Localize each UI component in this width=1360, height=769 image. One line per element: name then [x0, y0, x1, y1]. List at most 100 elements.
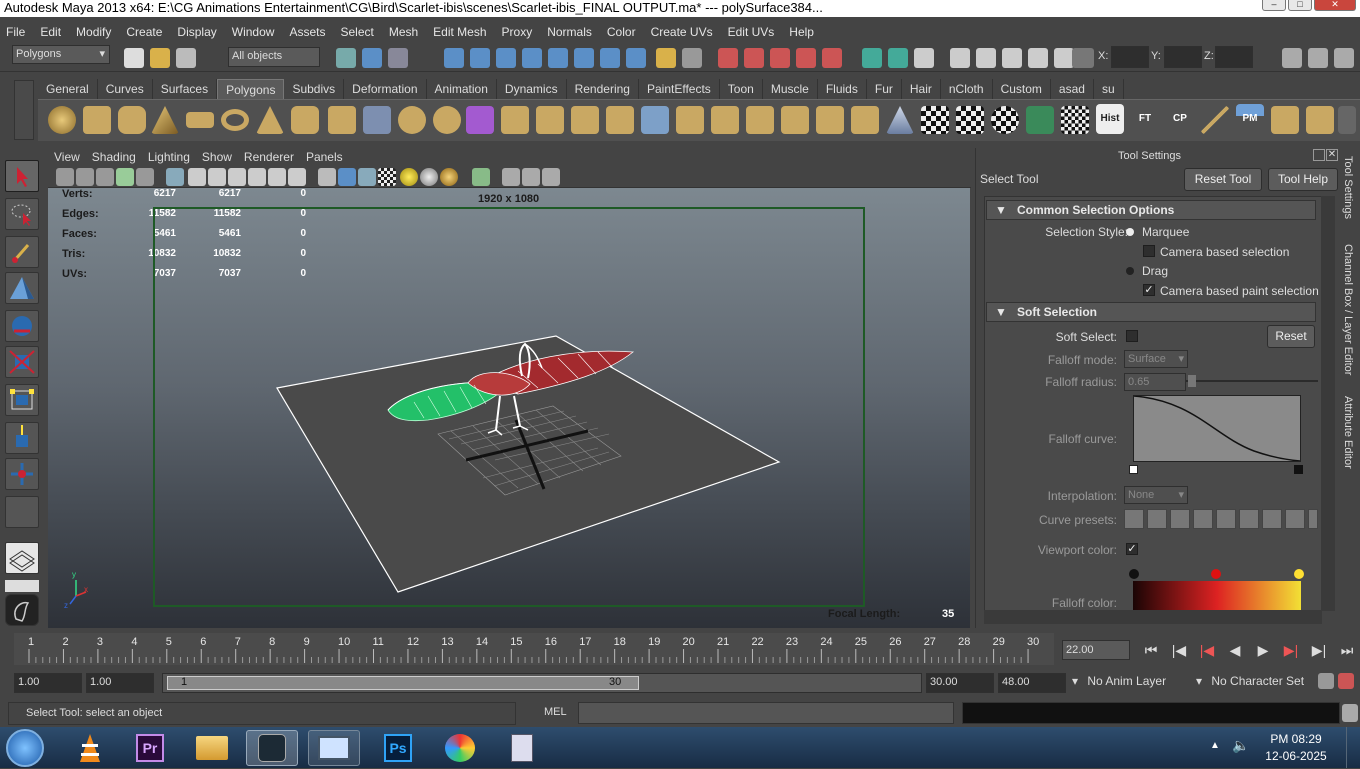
mask-joints-icon[interactable] [470, 48, 490, 68]
render-settings-icon[interactable] [1028, 48, 1048, 68]
preset-3-icon[interactable] [1170, 509, 1190, 529]
shelf-tab-curves[interactable]: Curves [98, 79, 153, 99]
step-back-key-icon[interactable]: |◀ [1168, 642, 1190, 659]
shelf-tab-fur[interactable]: Fur [867, 79, 902, 99]
poly-pyramid-icon[interactable] [256, 106, 284, 134]
maya-taskbar-icon[interactable] [246, 730, 298, 766]
ruler-icon[interactable] [1271, 106, 1299, 134]
center-pivot-shelf-button[interactable]: CP [1166, 104, 1194, 134]
freeze-transform-shelf-button[interactable]: FT [1131, 104, 1159, 134]
pencil-icon[interactable] [1201, 106, 1229, 134]
empty-tool-slot[interactable] [5, 496, 39, 528]
shelf-tab-deformation[interactable]: Deformation [344, 79, 427, 99]
menu-assets[interactable]: Assets [289, 25, 325, 39]
use-all-lights-icon[interactable] [400, 168, 418, 186]
isolate-select-icon[interactable] [472, 168, 490, 186]
remote-desktop-taskbar-icon[interactable] [308, 730, 360, 766]
color-key-yellow[interactable] [1294, 569, 1304, 579]
paint-select-tool-icon[interactable] [5, 236, 39, 268]
shelf-tab-painteffects[interactable]: PaintEffects [639, 79, 720, 99]
film-gate-icon[interactable] [188, 168, 206, 186]
numeric-input-mode-icon[interactable] [1072, 48, 1094, 68]
script-editor-icon[interactable] [1342, 704, 1358, 722]
poly-plane-icon[interactable] [186, 112, 214, 128]
range-slider-handle[interactable] [167, 676, 639, 690]
script-language-label[interactable]: MEL [544, 706, 567, 718]
animation-preferences-icon[interactable] [1338, 673, 1354, 689]
combine-icon[interactable] [328, 106, 356, 134]
menu-display[interactable]: Display [177, 25, 216, 39]
render-frame-icon[interactable] [976, 48, 996, 68]
curve-key-start[interactable] [1129, 465, 1138, 474]
four-view-layout-icon[interactable] [5, 580, 39, 592]
falloff-radius-slider-handle[interactable] [1188, 375, 1196, 387]
menu-edit-uvs[interactable]: Edit UVs [728, 25, 775, 39]
panel-menu-lighting[interactable]: Lighting [148, 150, 190, 164]
wireframe-icon[interactable] [318, 168, 336, 186]
snap-point-icon[interactable] [770, 48, 790, 68]
shelf-tab-su[interactable]: su [1094, 79, 1124, 99]
maximize-button[interactable]: □ [1288, 0, 1312, 11]
camera-based-selection-checkbox[interactable] [1143, 245, 1155, 257]
shelf-tab-general[interactable]: General [38, 79, 98, 99]
average-vertices-icon[interactable] [466, 106, 494, 134]
mask-misc-icon[interactable] [626, 48, 646, 68]
snap-curve-icon[interactable] [744, 48, 764, 68]
menu-create-uvs[interactable]: Create UVs [651, 25, 713, 39]
panel-menu-show[interactable]: Show [202, 150, 232, 164]
snap-view-plane-icon[interactable] [796, 48, 816, 68]
shelf-options-handle[interactable] [14, 80, 34, 140]
menu-edit-mesh[interactable]: Edit Mesh [433, 25, 486, 39]
bookmark-icon[interactable] [96, 168, 114, 186]
premiere-taskbar-icon[interactable]: Pr [124, 730, 176, 766]
grid-icon[interactable] [166, 168, 184, 186]
x-input[interactable] [1111, 46, 1149, 68]
shelf-tab-asad[interactable]: asad [1051, 79, 1094, 99]
snap-grid-icon[interactable] [718, 48, 738, 68]
field-chart-icon[interactable] [248, 168, 266, 186]
photoshop-taskbar-icon[interactable]: Ps [372, 730, 424, 766]
close-panel-icon[interactable]: ✕ [1326, 149, 1338, 161]
soft-mod-tool-icon[interactable] [5, 272, 39, 304]
soft-select-reset-button[interactable]: Reset [1267, 325, 1315, 348]
outliner-layout-icon[interactable] [5, 594, 39, 626]
input-ops-icon[interactable] [862, 48, 882, 68]
select-component-icon[interactable] [388, 48, 408, 68]
tool-settings-scrollbar[interactable] [1321, 196, 1335, 611]
mask-surfaces-icon[interactable] [522, 48, 542, 68]
resolution-gate-icon[interactable] [208, 168, 226, 186]
delete-edge-icon[interactable] [816, 106, 844, 134]
camera-based-paint-selection-checkbox[interactable]: ✓ [1143, 284, 1155, 296]
merge-icon[interactable] [711, 106, 739, 134]
playback-start-field[interactable]: 1.00 [86, 673, 154, 693]
play-backward-icon[interactable]: ◀ [1224, 642, 1246, 659]
move-tool-icon[interactable] [5, 310, 39, 342]
save-scene-icon[interactable] [176, 48, 196, 68]
shelf-tab-subdivs[interactable]: Subdivs [284, 79, 345, 99]
select-tool-icon[interactable] [5, 160, 39, 192]
menu-help[interactable]: Help [789, 25, 814, 39]
mask-handles-icon[interactable] [444, 48, 464, 68]
float-panel-icon[interactable] [1313, 149, 1325, 161]
history-shelf-button[interactable]: Hist [1096, 104, 1124, 134]
calculator-taskbar-icon[interactable] [496, 730, 548, 766]
xray-joints-icon[interactable] [522, 168, 540, 186]
gate-mask-icon[interactable] [228, 168, 246, 186]
menu-mesh[interactable]: Mesh [389, 25, 418, 39]
poly-pipe-icon[interactable] [291, 106, 319, 134]
falloff-color-ramp[interactable] [1133, 581, 1301, 611]
menu-proxy[interactable]: Proxy [502, 25, 533, 39]
anim-layer-dropdown[interactable]: ▾ No Anim Layer [1072, 674, 1166, 688]
highlight-selection-icon[interactable] [682, 48, 702, 68]
current-frame-field[interactable]: 22.00 [1062, 640, 1130, 660]
hypershade-icon[interactable] [1054, 48, 1074, 68]
attribute-editor-toggle-icon[interactable] [1282, 48, 1302, 68]
step-forward-key-icon[interactable]: ▶| [1308, 642, 1330, 659]
2d-pan-zoom-icon[interactable] [136, 168, 154, 186]
falloff-radius-field[interactable]: 0.65 [1124, 373, 1186, 391]
menu-modify[interactable]: Modify [76, 25, 111, 39]
extrude-icon[interactable] [501, 106, 529, 134]
preset-6-icon[interactable] [1239, 509, 1259, 529]
menu-edit[interactable]: Edit [40, 25, 61, 39]
preset-4-icon[interactable] [1193, 509, 1213, 529]
